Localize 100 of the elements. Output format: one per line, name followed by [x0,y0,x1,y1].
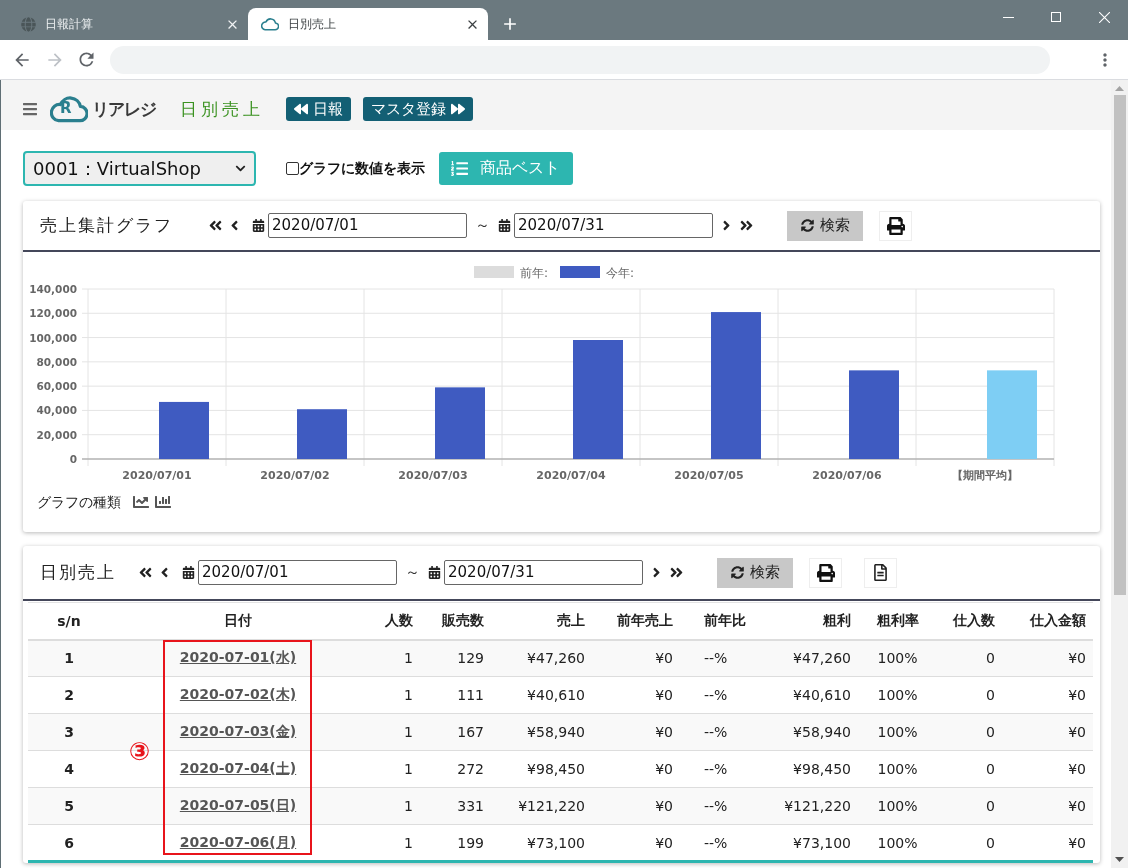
chart-type-label: グラフの種類 [37,494,121,512]
table-cell: 129 [420,639,491,677]
table-cell: ¥47,260 [766,639,858,677]
sales-bar [159,401,209,459]
print-button[interactable] [809,557,842,588]
calendar-icon [182,566,195,579]
date-link[interactable]: 2020-07-02(木) [179,686,297,702]
table-cell: --% [680,713,766,751]
search-button[interactable]: 検索 [787,210,863,241]
calendar-icon [428,566,441,579]
refresh-icon [800,219,814,232]
print-icon [886,216,905,235]
minimize-icon[interactable] [1002,16,1014,18]
table-cell: 1 [366,676,420,714]
cloud-logo-icon [50,94,88,124]
date-link[interactable]: 2020-07-01(水) [179,649,297,666]
table-cell: ¥73,100 [491,824,592,862]
print-button[interactable] [879,210,912,241]
column-header: 販売数 [420,602,491,640]
double-chevron-right-icon[interactable] [669,565,684,580]
table-cell: 1 [366,639,420,677]
column-header: 人数 [366,602,420,640]
scroll-down-icon[interactable] [1115,857,1124,862]
table-cell: --% [680,750,766,788]
column-header: 粗利 [766,602,858,640]
table-cell: ¥0 [1002,676,1093,714]
menu-icon[interactable] [22,101,38,117]
table-cell: --% [680,639,766,677]
date-from-field[interactable]: 2020/07/01 [198,560,397,585]
table-cell: 4 [28,750,110,788]
browser-tab[interactable]: 日別売上 [248,8,488,40]
export-button[interactable] [864,557,897,588]
caret-icon [235,163,246,174]
date-to-field[interactable]: 2020/07/31 [514,213,713,238]
table-cell: --% [680,676,766,714]
table-cell: ¥0 [1002,639,1093,677]
date-link[interactable]: 2020-07-04(土) [179,760,297,776]
range-separator: ～ [475,216,490,235]
calendar-icon [498,219,511,232]
forward-nav-button[interactable]: マスタ登録 [363,97,473,121]
column-header: 日付 [110,602,366,640]
bar-chart-icon[interactable] [155,494,171,510]
table-cell: 272 [420,750,491,788]
table-cell: 6 [28,824,110,862]
table-cell: ¥0 [1002,713,1093,751]
y-axis-label: 20,000 [36,428,77,441]
date-link[interactable]: 2020-07-03(金) [179,723,297,739]
date-link[interactable]: 2020-07-06(月) [179,833,297,850]
double-chevron-right-icon[interactable] [739,218,754,233]
table-cell: 100% [858,787,937,825]
table-cell: --% [680,787,766,825]
table-cell: ¥0 [592,639,680,677]
column-header: s/n [28,602,110,640]
browser-tab[interactable]: 日報計算 [8,8,248,40]
range-separator: ～ [405,563,420,582]
table-cell: 5 [28,787,110,825]
table-cell: ¥47,260 [491,639,592,677]
date-to-field[interactable]: 2020/07/31 [444,560,643,585]
table-cell: ¥58,940 [491,713,592,751]
show-values-checkbox[interactable] [286,162,299,175]
column-header: 仕入数 [937,602,1002,640]
table-cell: 2 [28,676,110,714]
table-cell: ¥0 [592,750,680,788]
table-cell: 3 [28,713,110,751]
back-nav-button[interactable]: 日報 [286,97,351,121]
cloud-icon [261,17,279,31]
table-cell: 0 [937,713,1002,751]
line-chart-icon[interactable] [133,494,149,510]
numbered-list-icon [451,160,468,177]
scrollbar[interactable] [1111,80,1128,868]
table-cell: ¥58,940 [766,713,858,751]
rewind-icon [294,102,308,116]
y-axis-label: 60,000 [36,380,77,393]
table-cell: 100% [858,824,937,862]
search-button[interactable]: 検索 [717,557,793,588]
table-cell: ¥0 [592,713,680,751]
x-axis-label: 2020/07/02 [260,469,330,482]
table-cell: --% [680,824,766,862]
table-cell: 1 [28,639,110,677]
close-icon[interactable] [1098,11,1110,23]
y-axis-label: 0 [69,453,77,465]
scrollbar-thumb[interactable] [1113,95,1126,595]
date-from-field[interactable]: 2020/07/01 [268,213,467,238]
print-icon [816,563,835,582]
table-cell: ¥0 [592,787,680,825]
table-cell: 100% [858,676,937,714]
table-cell: ¥0 [1002,787,1093,825]
table-cell: 111 [420,676,491,714]
table-cell: ¥40,610 [491,676,592,714]
sales-bar [435,387,485,459]
date-link[interactable]: 2020-07-05(日) [179,797,297,813]
double-chevron-left-icon[interactable] [208,218,223,233]
y-axis-label: 40,000 [36,404,77,417]
table-cell: 1 [366,713,420,751]
table-cell: 100% [858,713,937,751]
maximize-icon[interactable] [1051,12,1061,22]
double-chevron-left-icon[interactable] [138,565,153,580]
annotation-number: ③ [129,739,151,764]
x-axis-label: 2020/07/06 [812,469,882,482]
shop-select[interactable]: 0001：VirtualShop [23,151,256,186]
